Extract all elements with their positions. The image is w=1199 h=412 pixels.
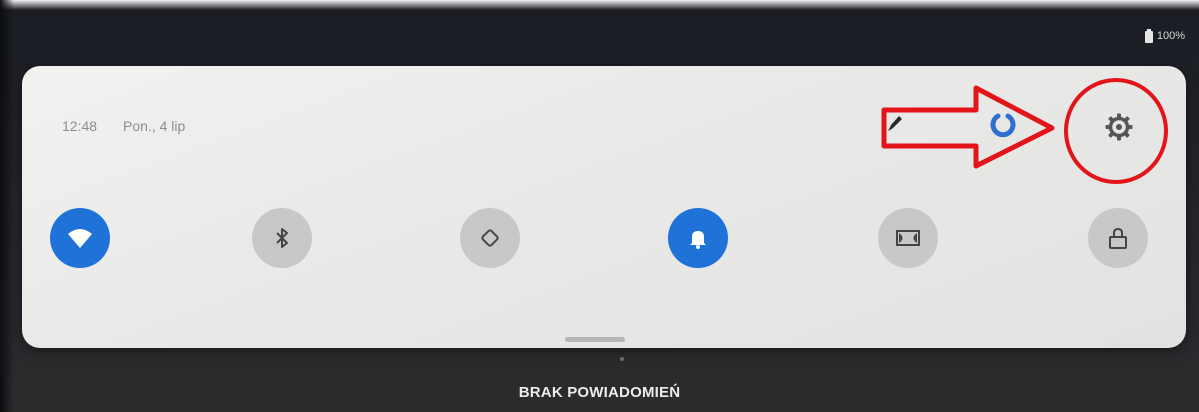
tile-dolby[interactable]: [878, 208, 938, 268]
battery-percent: 100%: [1156, 30, 1185, 42]
clock-time[interactable]: 12:48: [62, 118, 97, 134]
lock-icon: [1109, 227, 1127, 249]
panel-drag-handle[interactable]: [565, 337, 625, 342]
indicator-dot: [620, 357, 624, 361]
tile-bluetooth[interactable]: [252, 208, 312, 268]
bluetooth-icon: [276, 228, 288, 248]
tile-notifications[interactable]: [668, 208, 728, 268]
tile-wifi[interactable]: [50, 208, 110, 268]
wifi-icon: [68, 229, 92, 248]
battery-full-icon: [1144, 29, 1153, 43]
date-label[interactable]: Pon., 4 lip: [123, 118, 185, 134]
screen-bezel: [0, 0, 14, 412]
dolby-icon: [896, 230, 920, 246]
screen-edge: [0, 0, 1199, 10]
highlight-circle: [1064, 78, 1168, 184]
no-notifications-label: BRAK POWIADOMIEŃ: [518, 384, 681, 401]
auto-rotate-icon: [481, 229, 499, 247]
notification-bell-icon: [690, 231, 706, 249]
tile-lock[interactable]: [1088, 208, 1148, 268]
edit-icon[interactable]: [884, 112, 906, 134]
power-icon[interactable]: [988, 110, 1018, 140]
quick-settings-tiles: [22, 208, 1186, 278]
panel-header: 12:48 Pon., 4 lip: [62, 118, 185, 134]
quick-settings-panel: 12:48 Pon., 4 lip: [22, 66, 1186, 348]
status-bar: 100%: [1144, 26, 1185, 46]
tile-auto-rotate[interactable]: [460, 208, 520, 268]
